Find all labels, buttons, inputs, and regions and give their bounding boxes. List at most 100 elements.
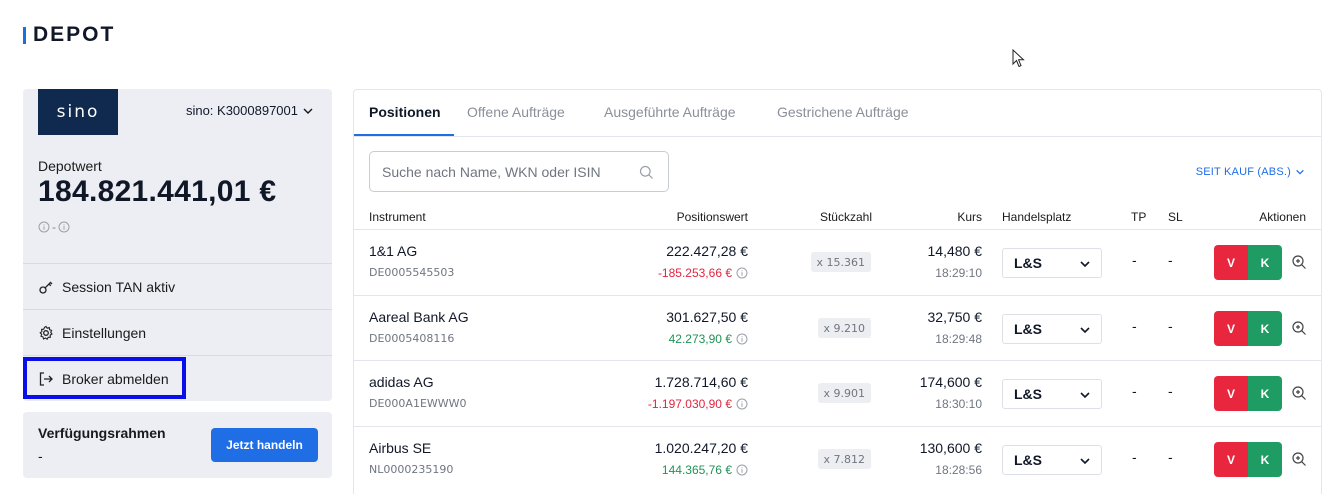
instrument-isin: DE0005545503 xyxy=(369,266,455,279)
column-header-sl: SL xyxy=(1168,210,1183,224)
venue-value: L&S xyxy=(1014,255,1042,271)
instrument-isin: NL0000235190 xyxy=(369,463,454,476)
price-time: 18:29:10 xyxy=(935,266,982,280)
info-icon[interactable] xyxy=(736,333,748,345)
trade-now-button[interactable]: Jetzt handeln xyxy=(211,428,318,462)
venue-value: L&S xyxy=(1014,452,1042,468)
search-icon[interactable] xyxy=(639,165,654,180)
column-header-handelsplatz: Handelsplatz xyxy=(1002,210,1072,224)
chevron-down-icon xyxy=(303,108,313,114)
chevron-down-icon xyxy=(1080,392,1090,399)
price: 14,480 € xyxy=(927,243,983,259)
price: 130,600 € xyxy=(919,440,982,456)
performance-mode-selector[interactable]: SEIT KAUF (ABS.) xyxy=(1196,166,1305,178)
info-icon[interactable] xyxy=(38,221,50,233)
venue-value: L&S xyxy=(1014,321,1042,337)
verfuegungsrahmen-label: Verfügungsrahmen xyxy=(38,425,166,441)
broker-logo: sino xyxy=(38,89,118,135)
table-row[interactable]: Airbus SE NL0000235190 1.020.247,20 € 14… xyxy=(354,426,1321,491)
depot-change-value: - xyxy=(52,220,56,234)
stop-loss: - xyxy=(1168,318,1173,334)
quantity-badge: x 7.812 xyxy=(817,449,871,469)
stop-loss: - xyxy=(1168,383,1173,399)
column-header-aktionen: Aktionen xyxy=(1259,210,1306,224)
table-row[interactable]: Aareal Bank AG DE0005408116 301.627,50 €… xyxy=(354,295,1321,360)
account-selector[interactable]: sino: K3000897001 xyxy=(186,103,314,118)
take-profit: - xyxy=(1132,252,1137,268)
menu-session-tan-label: Session TAN aktiv xyxy=(62,278,176,295)
depot-value: 184.821.441,01 € xyxy=(38,175,277,208)
chevron-down-icon xyxy=(1080,458,1090,465)
broker-row: sino sino: K3000897001 xyxy=(23,89,332,135)
column-header-tp: TP xyxy=(1131,210,1147,224)
info-icon[interactable] xyxy=(736,267,748,279)
active-tab-indicator xyxy=(354,134,454,136)
sell-button[interactable]: V xyxy=(1214,442,1248,477)
venue-select[interactable]: L&S xyxy=(1002,248,1102,278)
position-change: 144.365,76 € xyxy=(662,463,748,477)
take-profit: - xyxy=(1132,318,1137,334)
instrument-name[interactable]: 1&1 AG xyxy=(369,243,417,259)
sell-button[interactable]: V xyxy=(1214,311,1248,346)
position-value: 222.427,28 € xyxy=(666,243,748,259)
tab-gestrichene-auftraege[interactable]: Gestrichene Aufträge xyxy=(777,104,909,120)
zoom-in-icon[interactable] xyxy=(1291,385,1307,401)
tab-ausgefuehrte-auftraege[interactable]: Ausgeführte Aufträge xyxy=(604,104,736,120)
zoom-in-icon[interactable] xyxy=(1291,254,1307,270)
gear-icon xyxy=(39,325,53,340)
instrument-isin: DE0005408116 xyxy=(369,332,455,345)
quantity-badge: x 9.901 xyxy=(817,383,871,403)
broker-panel: sino sino: K3000897001 Depotwert 184.821… xyxy=(23,89,332,401)
price: 32,750 € xyxy=(927,309,983,325)
search-box[interactable] xyxy=(369,151,669,192)
menu-session-tan[interactable]: Session TAN aktiv xyxy=(23,263,332,309)
info-icon[interactable] xyxy=(736,398,748,410)
account-label: sino: K3000897001 xyxy=(185,103,298,118)
performance-mode-label: SEIT KAUF (ABS.) xyxy=(1195,166,1291,178)
buy-button[interactable]: K xyxy=(1248,245,1282,280)
column-header-kurs: Kurs xyxy=(957,210,982,224)
table-row[interactable]: 1&1 AG DE0005545503 222.427,28 € -185.25… xyxy=(354,229,1321,294)
venue-select[interactable]: L&S xyxy=(1002,314,1102,344)
instrument-name[interactable]: Airbus SE xyxy=(369,440,431,456)
position-change: -185.253,66 € xyxy=(658,266,748,280)
menu-settings[interactable]: Einstellungen xyxy=(23,309,332,355)
take-profit: - xyxy=(1132,383,1137,399)
instrument-name[interactable]: Aareal Bank AG xyxy=(369,309,469,325)
buy-button[interactable]: K xyxy=(1248,442,1282,477)
search-input[interactable] xyxy=(382,163,622,180)
depot-value-label: Depotwert xyxy=(38,158,102,174)
position-change-value: 144.365,76 € xyxy=(661,463,732,477)
position-value: 1.728.714,60 € xyxy=(654,374,748,390)
sell-button[interactable]: V xyxy=(1214,245,1248,280)
info-icon[interactable] xyxy=(58,221,70,233)
key-icon xyxy=(39,281,53,294)
buy-button[interactable]: K xyxy=(1248,311,1282,346)
stop-loss: - xyxy=(1168,449,1173,465)
page-title: DEPOT xyxy=(33,23,116,46)
venue-select[interactable]: L&S xyxy=(1002,379,1102,409)
position-change: -1.197.030,90 € xyxy=(648,397,748,411)
verfuegungsrahmen-panel: Verfügungsrahmen - Jetzt handeln xyxy=(23,412,332,478)
zoom-in-icon[interactable] xyxy=(1291,320,1307,336)
page-header: DEPOT xyxy=(23,23,116,46)
quantity-badge: x 9.210 xyxy=(817,318,871,338)
buy-button[interactable]: K xyxy=(1248,376,1282,411)
info-icon[interactable] xyxy=(736,464,748,476)
zoom-in-icon[interactable] xyxy=(1291,451,1307,467)
venue-select[interactable]: L&S xyxy=(1002,445,1102,475)
position-value: 1.020.247,20 € xyxy=(654,440,748,456)
price-time: 18:30:10 xyxy=(935,397,982,411)
venue-value: L&S xyxy=(1014,386,1042,402)
instrument-name[interactable]: adidas AG xyxy=(369,374,434,390)
sell-button[interactable]: V xyxy=(1214,376,1248,411)
quantity-badge: x 15.361 xyxy=(810,252,871,272)
title-accent-bar xyxy=(23,26,26,44)
tab-positionen[interactable]: Positionen xyxy=(369,104,441,120)
tab-bar: Positionen Offene Aufträge Ausgeführte A… xyxy=(354,90,1321,137)
position-change: 42.273,90 € xyxy=(669,332,748,346)
positions-panel: Positionen Offene Aufträge Ausgeführte A… xyxy=(353,89,1322,494)
table-row[interactable]: adidas AG DE000A1EWWW0 1.728.714,60 € -1… xyxy=(354,360,1321,425)
price-time: 18:29:48 xyxy=(935,332,982,346)
tab-offene-auftraege[interactable]: Offene Aufträge xyxy=(467,104,565,120)
